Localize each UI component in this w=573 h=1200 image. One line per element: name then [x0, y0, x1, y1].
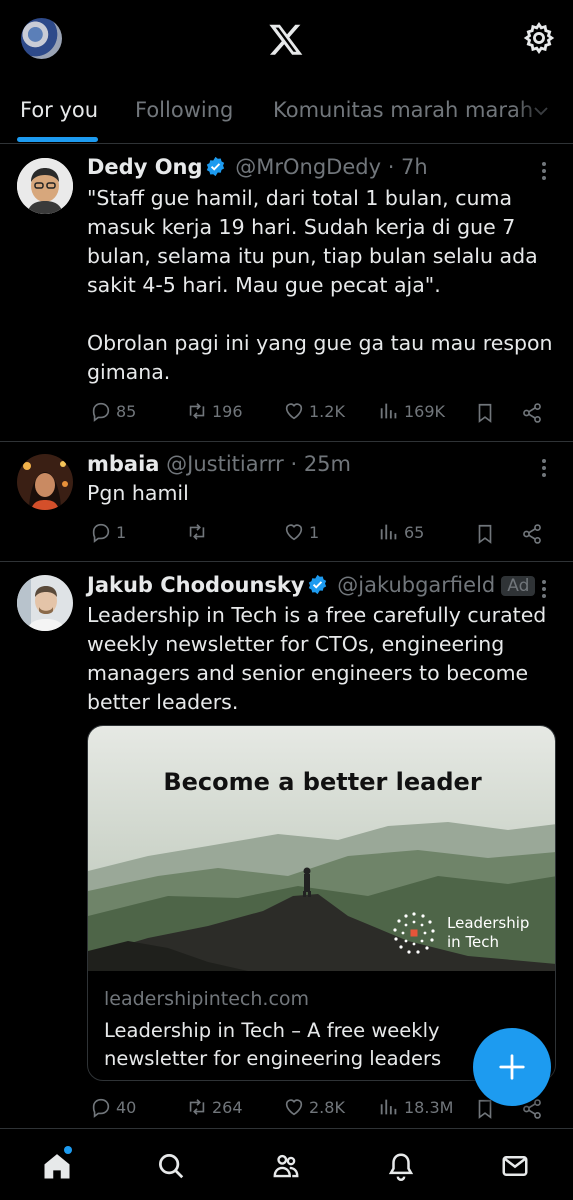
- repost-count: 264: [212, 1097, 243, 1117]
- author-handle[interactable]: @MrOngDedy: [235, 155, 381, 179]
- repost-icon: [189, 1099, 205, 1115]
- leadership-logo-icon: [393, 912, 435, 954]
- plus-icon: [499, 1054, 525, 1080]
- author-name[interactable]: Jakub Chodounsky: [87, 573, 305, 597]
- post-text: "Staff gue hamil, dari total 1 bulan, cu…: [87, 186, 553, 384]
- tab-following[interactable]: Following: [135, 98, 233, 122]
- more-icon[interactable]: [536, 579, 552, 599]
- reply-icon: [92, 1098, 110, 1118]
- communities-icon[interactable]: [271, 1151, 301, 1181]
- gear-icon[interactable]: [522, 21, 556, 55]
- messages-icon[interactable]: [500, 1151, 530, 1181]
- avatar[interactable]: [17, 575, 73, 631]
- verified-badge-icon: [206, 156, 224, 177]
- share-icon[interactable]: [521, 522, 543, 546]
- home-icon[interactable]: [42, 1151, 72, 1181]
- post-actions: 1 1 65: [87, 521, 557, 549]
- author-handle[interactable]: @Justitiarrr: [166, 452, 284, 476]
- repost-count: 196: [212, 401, 243, 421]
- like-count: 1: [309, 522, 320, 542]
- views-button[interactable]: 65: [378, 521, 424, 543]
- repost-icon: [189, 403, 205, 419]
- repost-button[interactable]: 196: [186, 400, 243, 422]
- post-text: Leadership in Tech is a free carefully c…: [87, 603, 547, 714]
- like-count: 2.8K: [309, 1097, 345, 1117]
- post-header: mbaia @Justitiarrr · 25m: [87, 452, 351, 476]
- active-tab-indicator: [17, 137, 98, 142]
- heart-icon: [285, 524, 303, 541]
- author-name[interactable]: mbaia: [87, 452, 159, 476]
- ad-badge: Ad: [501, 576, 536, 596]
- card-image-headline: Become a better leader: [163, 768, 482, 796]
- view-count: 169K: [404, 401, 446, 421]
- reply-button[interactable]: 1: [90, 521, 126, 543]
- views-icon: [380, 524, 397, 540]
- new-posts-dot: [64, 1146, 72, 1154]
- tab-for-you[interactable]: For you: [20, 98, 98, 122]
- reply-count: 40: [116, 1097, 137, 1117]
- post-text: Pgn hamil: [87, 481, 189, 505]
- reply-count: 85: [116, 401, 137, 421]
- top-bar: [0, 0, 573, 78]
- more-icon[interactable]: [536, 458, 552, 478]
- like-button[interactable]: 1.2K: [283, 400, 345, 422]
- reply-count: 1: [116, 522, 127, 542]
- views-button[interactable]: 18.3M: [378, 1096, 453, 1118]
- tab-community[interactable]: Komunitas marah marah: [273, 98, 533, 122]
- views-button[interactable]: 169K: [378, 400, 445, 422]
- views-icon: [380, 1099, 397, 1115]
- card-domain[interactable]: leadershipintech.com: [104, 988, 309, 1010]
- reply-icon: [92, 523, 110, 543]
- post-header: Dedy Ong @MrOngDedy · 7h: [87, 155, 428, 179]
- x-logo-icon[interactable]: [268, 21, 304, 57]
- search-icon[interactable]: [156, 1151, 186, 1181]
- avatar[interactable]: [17, 158, 73, 214]
- heart-icon: [285, 403, 303, 420]
- bookmark-icon[interactable]: [474, 401, 496, 425]
- avatar[interactable]: [17, 454, 73, 510]
- post[interactable]: mbaia @Justitiarrr · 25m Pgn hamil 1 1 6…: [0, 442, 573, 562]
- post[interactable]: Dedy Ong @MrOngDedy · 7h "Staff gue hami…: [0, 145, 573, 442]
- bookmark-icon[interactable]: [474, 522, 496, 546]
- view-count: 18.3M: [404, 1097, 454, 1117]
- brand-logo: Leadership in Tech: [391, 910, 529, 956]
- card-image: Become a better leader Leadership in Tec…: [88, 726, 555, 971]
- timeline-tabs: For you Following Komunitas marah marah: [0, 88, 573, 144]
- chevron-down-icon[interactable]: [532, 102, 550, 120]
- link-card[interactable]: Become a better leader Leadership in Tec…: [87, 725, 556, 1081]
- post-time: · 25m: [290, 452, 351, 476]
- compose-button[interactable]: [473, 1028, 551, 1106]
- views-icon: [380, 403, 397, 419]
- author-handle[interactable]: @jakubgarfield: [337, 573, 495, 597]
- brand-line-1: Leadership: [447, 914, 530, 932]
- like-count: 1.2K: [309, 401, 345, 421]
- post-actions: 40 264 2.8K 18.3M: [87, 1096, 557, 1124]
- reply-button[interactable]: 85: [90, 400, 136, 422]
- heart-icon: [285, 1099, 303, 1116]
- post-time: · 7h: [387, 155, 428, 179]
- profile-avatar[interactable]: [21, 18, 62, 59]
- author-name[interactable]: Dedy Ong: [87, 155, 203, 179]
- brand-line-2: in Tech: [447, 933, 500, 951]
- repost-button[interactable]: [186, 521, 212, 543]
- verified-badge-icon: [308, 574, 326, 595]
- post-header: Jakub Chodounsky @jakubgarfield Ad: [87, 573, 536, 597]
- view-count: 65: [404, 522, 425, 542]
- share-icon[interactable]: [521, 401, 543, 425]
- like-button[interactable]: 2.8K: [283, 1096, 345, 1118]
- notifications-icon[interactable]: [386, 1151, 416, 1181]
- post-actions: 85 196 1.2K 169K: [87, 400, 557, 428]
- brand-name: Leadership in Tech: [447, 914, 529, 952]
- like-button[interactable]: 1: [283, 521, 319, 543]
- more-icon[interactable]: [536, 161, 552, 181]
- bottom-navigation: [0, 1128, 573, 1200]
- reply-button[interactable]: 40: [90, 1096, 136, 1118]
- repost-icon: [189, 524, 205, 540]
- repost-button[interactable]: 264: [186, 1096, 243, 1118]
- reply-icon: [92, 402, 110, 422]
